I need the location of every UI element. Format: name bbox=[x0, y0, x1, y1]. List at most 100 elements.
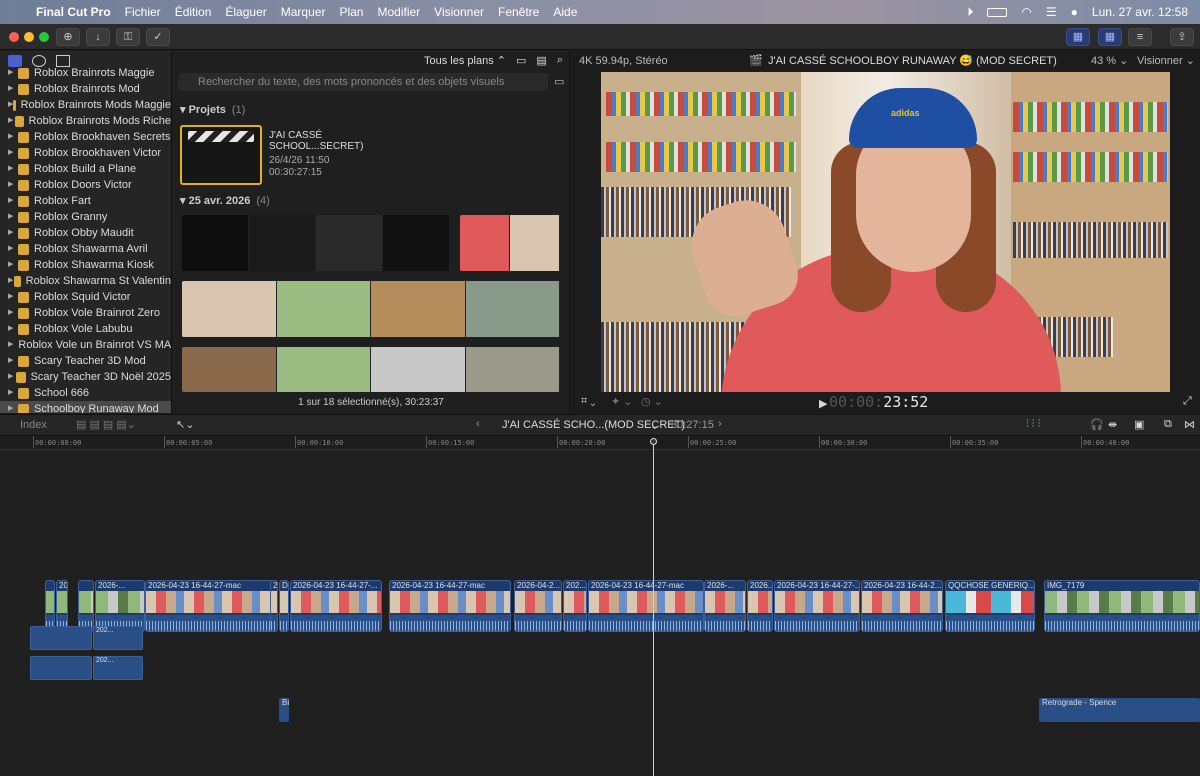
timeline-clip[interactable]: 2026-04-23 16-44-27-mac bbox=[588, 580, 704, 632]
control-center-icon[interactable]: ☰ bbox=[1046, 5, 1057, 19]
menu-edition[interactable]: Édition bbox=[175, 5, 212, 19]
timeline-clip[interactable]: 2026-04-23 16-44-27-... bbox=[290, 580, 382, 632]
disclosure-arrow-icon[interactable]: ▶ bbox=[8, 193, 18, 209]
edit-buttons-icon[interactable]: ▤ ▤ ▤ ▤⌄ bbox=[76, 418, 136, 431]
project-menu-icon[interactable]: ⌄ bbox=[650, 419, 659, 432]
library-item[interactable]: ▶ Roblox Doors Victor bbox=[0, 177, 171, 193]
timeline-clip[interactable]: 2026-... bbox=[95, 580, 145, 632]
disclosure-arrow-icon[interactable]: ▶ bbox=[8, 401, 18, 413]
inspector-button[interactable]: ≡ bbox=[1128, 28, 1152, 46]
clip-appearance-tl-icon[interactable]: ▣ bbox=[1134, 418, 1144, 431]
library-item[interactable]: ▶ Roblox Shawarma Avril bbox=[0, 241, 171, 257]
timeline-clip[interactable]: 2026-04-2... bbox=[514, 580, 562, 632]
timeline-clip[interactable]: 2026-04-23 16-44-27-mac bbox=[145, 580, 275, 632]
clip-filmstrip-1[interactable] bbox=[182, 215, 450, 271]
timeline-clip[interactable]: 2026-04-23 16-44-2... bbox=[861, 580, 943, 632]
filmstrip-icon[interactable]: ▤ bbox=[536, 54, 546, 67]
timeline-clip[interactable]: IMG_7179 bbox=[1044, 580, 1200, 632]
project-thumbnail[interactable] bbox=[180, 125, 262, 185]
view-menu[interactable]: Visionner ⌄ bbox=[1137, 54, 1195, 67]
library-item[interactable]: ▶ Roblox Vole un Brainrot VS MA... bbox=[0, 337, 171, 353]
browser-layout-button[interactable]: ▦ bbox=[1066, 28, 1090, 46]
library-item[interactable]: ▶ Roblox Shawarma St Valentin bbox=[0, 273, 171, 289]
crop-icon[interactable]: ⌗ ⌄ bbox=[581, 395, 595, 408]
audio-clip[interactable]: 202... bbox=[93, 626, 143, 650]
timeline-clip[interactable]: 2026-... bbox=[704, 580, 746, 632]
clip-filter-menu[interactable]: Tous les plans ⌃ bbox=[424, 54, 506, 67]
download-icon[interactable]: ↓ bbox=[86, 28, 110, 46]
audio-clip[interactable] bbox=[30, 626, 92, 650]
library-item[interactable]: ▶ Scary Teacher 3D Noël 2025 bbox=[0, 369, 171, 385]
timeline-clip[interactable]: 2026... bbox=[747, 580, 773, 632]
fullscreen-icon[interactable]: ⤢ bbox=[1183, 395, 1192, 408]
library-item[interactable]: ▶ Roblox Brainrots Mods Maggie bbox=[0, 97, 171, 113]
disclosure-arrow-icon[interactable]: ▶ bbox=[8, 81, 18, 97]
library-item[interactable]: ▶ Schoolboy Runaway Mod bbox=[0, 401, 171, 413]
zoom-window-button[interactable] bbox=[39, 32, 49, 42]
playhead[interactable] bbox=[653, 440, 654, 776]
menu-marquer[interactable]: Marquer bbox=[281, 5, 326, 19]
library-item[interactable]: ▶ Roblox Shawarma Kiosk bbox=[0, 257, 171, 273]
disclosure-arrow-icon[interactable]: ▶ bbox=[8, 369, 16, 385]
zoom-menu[interactable]: 43 % ⌄ bbox=[1091, 54, 1128, 67]
close-window-button[interactable] bbox=[9, 32, 19, 42]
library-item[interactable]: ▶ School 666 bbox=[0, 385, 171, 401]
keyword-icon[interactable]: ⚿ bbox=[116, 28, 140, 46]
menu-modifier[interactable]: Modifier bbox=[377, 5, 420, 19]
disclosure-arrow-icon[interactable]: ▶ bbox=[8, 257, 18, 273]
menu-fenetre[interactable]: Fenêtre bbox=[498, 5, 539, 19]
date-section[interactable]: ▾ 25 avr. 2026 (4) bbox=[180, 194, 270, 207]
library-item[interactable]: ▶ Roblox Granny bbox=[0, 209, 171, 225]
timeline-clip[interactable] bbox=[78, 580, 94, 632]
app-menu[interactable]: Final Cut Pro bbox=[36, 5, 111, 19]
play-button[interactable]: ▶ bbox=[819, 397, 827, 410]
disclosure-arrow-icon[interactable]: ▶ bbox=[8, 305, 18, 321]
timeline-clip[interactable]: 2 bbox=[270, 580, 278, 632]
history-forward-icon[interactable]: › bbox=[718, 418, 722, 430]
timeline-clip[interactable]: 2026-04-23 16-44-27-... bbox=[774, 580, 860, 632]
library-item[interactable]: ▶ Roblox Brainrots Maggie bbox=[0, 65, 171, 81]
library-item[interactable]: ▶ Roblox Brainrots Mods Riche bbox=[0, 113, 171, 129]
audio-clip[interactable] bbox=[30, 656, 92, 680]
disclosure-arrow-icon[interactable]: ▶ bbox=[8, 225, 18, 241]
headphones-icon[interactable]: 🎧 bbox=[1090, 418, 1104, 431]
share-button[interactable]: ⇪ bbox=[1170, 28, 1194, 46]
skimming-icon[interactable]: ⇼ bbox=[1108, 418, 1117, 431]
playhead-handle[interactable] bbox=[650, 438, 657, 445]
audio-tools-icon[interactable]: ⫶ ⫶ ⫶ bbox=[1026, 418, 1040, 431]
broll-clip[interactable]: Bi bbox=[279, 698, 289, 722]
timecode-display[interactable]: 00:00:23:52 bbox=[829, 393, 928, 411]
transitions-icon[interactable]: ⋈ bbox=[1184, 418, 1195, 431]
menu-elaguer[interactable]: Élaguer bbox=[225, 5, 266, 19]
timeline[interactable]: 00:00:00:00 00:00:05:00 00:00:10:00 00:00:1… bbox=[0, 436, 1200, 776]
disclosure-arrow-icon[interactable]: ▶ bbox=[8, 145, 18, 161]
timeline-clip[interactable]: D bbox=[279, 580, 289, 632]
video-frame[interactable]: adidas bbox=[601, 72, 1170, 392]
clip-filmstrip-2[interactable] bbox=[460, 215, 560, 271]
disclosure-arrow-icon[interactable]: ▶ bbox=[8, 337, 13, 353]
minimize-window-button[interactable] bbox=[24, 32, 34, 42]
select-tool-icon[interactable]: ↖⌄ bbox=[176, 418, 194, 431]
disclosure-arrow-icon[interactable]: ▶ bbox=[8, 129, 18, 145]
index-button[interactable]: Index bbox=[20, 419, 47, 431]
menu-visionner[interactable]: Visionner bbox=[434, 5, 484, 19]
library-item[interactable]: ▶ Roblox Vole Brainrot Zero bbox=[0, 305, 171, 321]
disclosure-arrow-icon[interactable]: ▶ bbox=[8, 289, 18, 305]
clip-filmstrip-3[interactable] bbox=[182, 281, 560, 337]
battery-icon[interactable] bbox=[987, 7, 1008, 17]
disclosure-arrow-icon[interactable]: ▶ bbox=[8, 385, 18, 401]
timeline-clip[interactable]: 202... bbox=[563, 580, 587, 632]
timeline-clip[interactable]: QQCHOSE GENERIQ... bbox=[945, 580, 1035, 632]
wifi-icon[interactable]: ◠ bbox=[1021, 5, 1031, 19]
menubar-clock[interactable]: Lun. 27 avr. 12:58 bbox=[1092, 5, 1188, 19]
play-status-icon[interactable]: ⏵ bbox=[967, 5, 973, 20]
enhance-icon[interactable]: ✦ ⌄ bbox=[611, 395, 633, 408]
menu-plan[interactable]: Plan bbox=[339, 5, 363, 19]
clip-filmstrip-4[interactable] bbox=[182, 347, 560, 392]
timeline-clip[interactable]: 20 bbox=[56, 580, 68, 632]
clip-appearance-icon[interactable]: ▭ bbox=[516, 54, 526, 67]
library-item[interactable]: ▶ Roblox Brookhaven Secrets bbox=[0, 129, 171, 145]
timeline-clip[interactable]: 2026-04-23 16-44-27-mac bbox=[389, 580, 511, 632]
effects-browser-icon[interactable]: ⧉ bbox=[1164, 418, 1172, 431]
timeline-ruler[interactable]: 00:00:00:00 00:00:05:00 00:00:10:00 00:00:1… bbox=[0, 436, 1200, 450]
